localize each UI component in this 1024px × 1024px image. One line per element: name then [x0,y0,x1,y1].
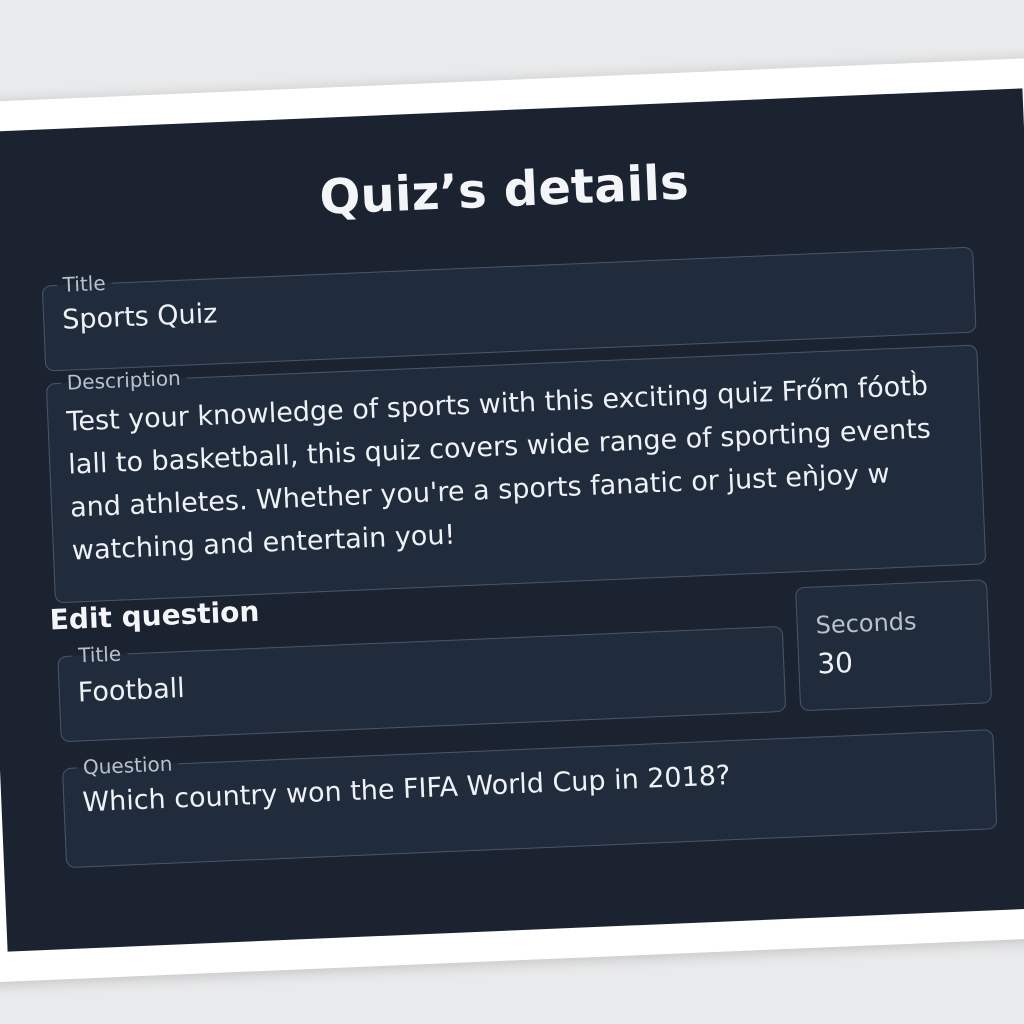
seconds-field[interactable]: Seconds 30 [795,579,993,712]
quiz-description-value[interactable]: Test your knowledge of sports with this … [65,357,966,572]
question-text-label: Question [82,751,173,780]
seconds-label: Seconds [815,607,918,640]
question-title-value[interactable]: Football [77,639,766,708]
question-title-field[interactable]: Title Football [56,613,787,743]
seconds-value[interactable]: 30 [817,641,972,680]
quiz-title-value[interactable]: Sports Quiz [61,259,956,335]
quiz-title-label: Title [62,270,107,297]
question-text-field[interactable]: Question Which country won the FIFA Worl… [61,717,998,869]
question-text-value[interactable]: Which country won the FIFA World Cup in … [81,742,976,818]
quiz-description-field[interactable]: Description Test your knowledge of sport… [45,332,987,604]
page-title: Quiz’s details [318,154,690,226]
screenshot-frame: Quiz’s details Title Sports Quiz Descrip… [0,57,1024,983]
question-title-label: Title [77,641,122,668]
quiz-details-panel: Quiz’s details Title Sports Quiz Descrip… [0,88,1024,952]
